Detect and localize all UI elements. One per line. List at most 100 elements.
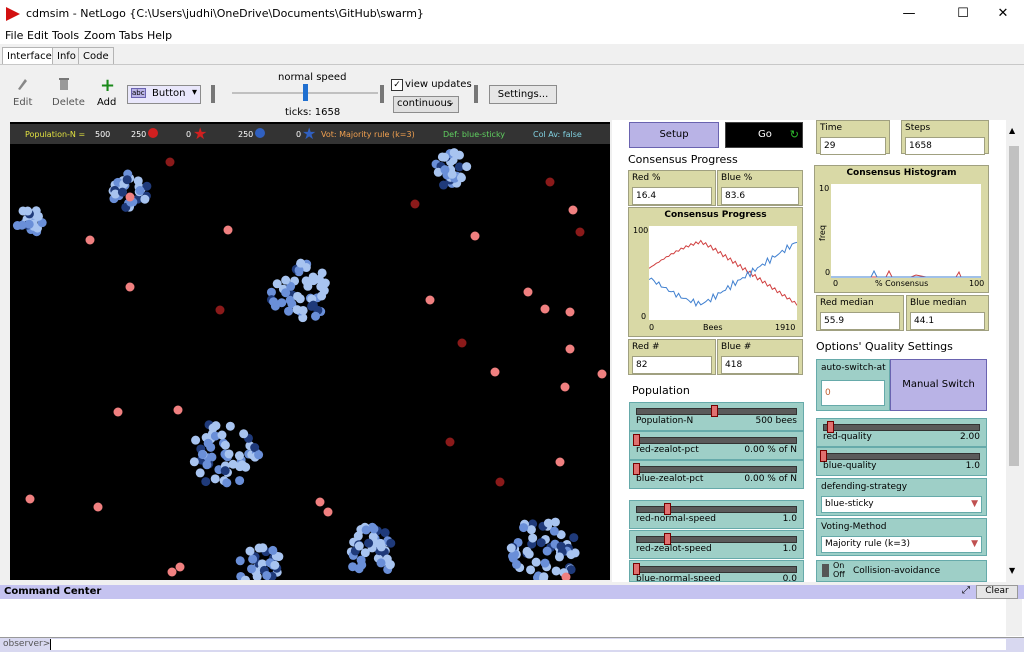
add-icon: + [100, 75, 116, 96]
menu-tools[interactable]: Tools [52, 29, 79, 42]
blue-normal-speed-slider[interactable]: blue-normal-speed 0.0 [629, 560, 804, 582]
bee-agent [470, 231, 480, 241]
voting-method-select[interactable]: Majority rule (k=3) ▼ [821, 536, 982, 553]
scroll-up-icon[interactable]: ▲ [1009, 126, 1015, 135]
menu-zoom[interactable]: Zoom [84, 29, 116, 42]
time-value: 29 [820, 137, 886, 155]
bee-agent [410, 199, 420, 209]
command-input[interactable] [50, 639, 1006, 650]
slider-value: 1.0 [782, 544, 797, 554]
bee-agent [125, 282, 135, 292]
settings-button[interactable]: Settings... [489, 85, 557, 104]
tab-code[interactable]: Code [78, 47, 114, 65]
bee-agent [295, 294, 305, 304]
minimize-button[interactable]: — [886, 2, 932, 26]
command-center-title: Command Center [4, 586, 102, 597]
voting-info: Vot: Majority rule (k=3) [321, 130, 415, 139]
histogram-ymax: 10 [819, 184, 830, 193]
widget-type-select[interactable]: abc Button ▾ [127, 85, 201, 104]
time-monitor: Time 29 [816, 120, 890, 155]
setup-button[interactable]: Setup [629, 122, 719, 148]
tab-interface[interactable]: Interface [2, 47, 57, 65]
red-normal-speed-slider[interactable]: red-normal-speed 1.0 [629, 500, 804, 529]
bee-agent [495, 477, 505, 487]
tab-info[interactable]: Info [52, 47, 81, 65]
bee-agent [348, 562, 358, 572]
bee-agent [526, 565, 536, 575]
bee-agent [223, 225, 233, 235]
red-zealot-speed-slider[interactable]: red-zealot-speed 1.0 [629, 530, 804, 559]
delete-button[interactable]: Delete [52, 97, 85, 108]
vertical-scrollbar[interactable]: ▲ ▼ [1006, 122, 1022, 580]
trash-icon [59, 78, 69, 90]
blue-median-monitor: Blue median 44.1 [906, 295, 989, 331]
add-button[interactable]: Add [97, 97, 116, 108]
switch-toggle[interactable] [822, 564, 829, 577]
red-quality-slider[interactable]: red-quality 2.00 [816, 418, 987, 447]
bee-agent [545, 177, 555, 187]
blue-quality-slider[interactable]: blue-quality 1.0 [816, 447, 987, 476]
auto-switch-value[interactable]: 0 [821, 380, 885, 406]
blue-num-value: 418 [721, 356, 799, 374]
scrollbar-thumb[interactable] [1009, 146, 1019, 466]
bee-agent [189, 457, 199, 467]
menu-tabs[interactable]: Tabs [119, 29, 143, 42]
collision-avoidance-switch[interactable]: On Off Collision-avoidance [816, 560, 987, 582]
bee-agent [318, 281, 328, 291]
bee-agent [93, 502, 103, 512]
edit-button[interactable]: Edit [13, 97, 32, 108]
bee-agent [25, 494, 35, 504]
bee-agent [270, 301, 280, 311]
menu-edit[interactable]: Edit [27, 29, 48, 42]
defending-strategy-select[interactable]: blue-sticky ▼ [821, 496, 982, 513]
close-button[interactable]: ✕ [980, 2, 1024, 26]
menu-file[interactable]: File [5, 29, 23, 42]
voting-method-chooser[interactable]: Voting-Method Majority rule (k=3) ▼ [816, 518, 987, 556]
slider-knob[interactable] [711, 405, 718, 417]
defending-strategy-chooser[interactable]: defending-strategy blue-sticky ▼ [816, 478, 987, 516]
manual-switch-button[interactable]: Manual Switch [890, 359, 987, 411]
bee-agent [173, 405, 183, 415]
auto-switch-input[interactable]: auto-switch-at 0 [816, 359, 890, 411]
consensus-histogram-plot: Consensus Histogram freq 10 0 0 % Consen… [814, 165, 989, 293]
time-label: Time [820, 123, 843, 133]
red-median-label: Red median [820, 298, 874, 308]
plot-ymin: 0 [641, 312, 647, 321]
bee-agent [380, 528, 390, 538]
world-view[interactable] [10, 122, 610, 580]
red-zealot-pct-slider[interactable]: red-zealot-pct 0.00 % of N [629, 431, 804, 460]
bee-agent [215, 305, 225, 315]
blue-zealot-pct-slider[interactable]: blue-zealot-pct 0.00 % of N [629, 460, 804, 489]
red-num-label: Red # [632, 342, 660, 352]
output-scrollbar[interactable] [1006, 599, 1022, 636]
expand-icon[interactable]: ⤢ [962, 585, 970, 596]
blue-num-monitor: Blue # 418 [717, 339, 803, 375]
bee-agent [439, 180, 449, 190]
plot-xmax: 1910 [775, 323, 796, 332]
scroll-down-icon[interactable]: ▼ [1009, 566, 1015, 575]
observer-prompt[interactable]: observer> [3, 639, 50, 649]
update-mode-select[interactable]: continuous ⌄ [393, 96, 459, 113]
bee-agent [540, 558, 550, 568]
red-star-icon: ★ [193, 124, 208, 143]
view-updates-label: view updates [405, 79, 472, 90]
bee-agent [262, 570, 272, 580]
command-input-row: observer> [0, 637, 1024, 652]
view-updates-checkbox[interactable]: ✓ [391, 79, 403, 91]
go-button[interactable]: Go ↻ [725, 122, 803, 148]
blue-star-icon: ★ [302, 124, 317, 143]
bee-agent [490, 367, 500, 377]
bee-agent [195, 468, 205, 478]
ticks-counter: ticks: 1658 [285, 107, 341, 118]
histogram-ylabel: freq [818, 225, 827, 241]
clear-button[interactable]: Clear [976, 585, 1018, 599]
speed-slider-thumb[interactable] [303, 84, 308, 101]
bee-agent [197, 449, 207, 459]
menu-help[interactable]: Help [147, 29, 172, 42]
forever-icon: ↻ [789, 128, 799, 141]
netlogo-logo-icon [6, 7, 20, 21]
toolbar-separator [380, 85, 384, 103]
population-n-slider[interactable]: Population-N 500 bees [629, 402, 804, 431]
slider-track [636, 506, 797, 513]
slider-name: red-quality [823, 432, 872, 442]
